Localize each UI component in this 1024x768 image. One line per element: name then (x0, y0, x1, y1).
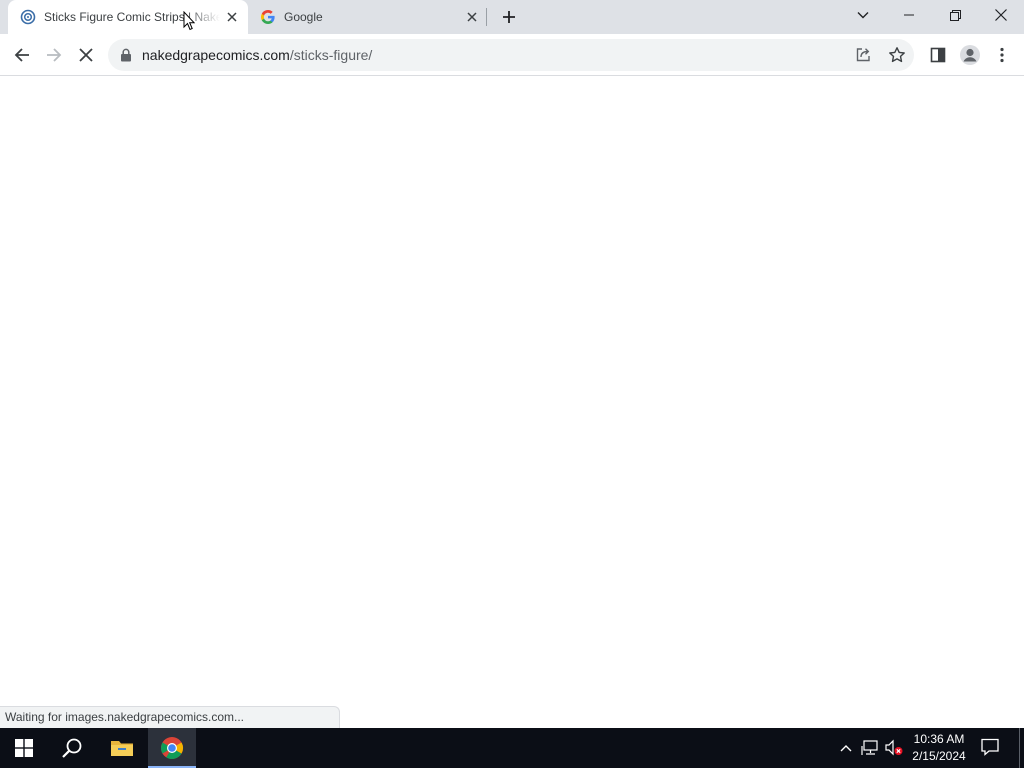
share-icon[interactable] (854, 46, 872, 64)
minimize-button[interactable] (886, 0, 932, 30)
back-arrow-icon (14, 48, 29, 62)
tab-title: Google (284, 10, 323, 24)
tab-search-button[interactable] (840, 0, 886, 30)
url-domain: nakedgrapecomics.com (142, 47, 290, 63)
new-tab-button[interactable] (498, 6, 520, 28)
volume-muted-icon[interactable] (884, 738, 904, 758)
bookmark-star-icon[interactable] (888, 46, 906, 64)
address-bar[interactable]: nakedgrapecomics.com/sticks-figure/ (108, 39, 914, 71)
forward-arrow-icon (47, 48, 62, 62)
chevron-up-icon (840, 745, 852, 752)
lock-icon[interactable] (120, 48, 132, 62)
tab-close-icon[interactable] (464, 9, 480, 25)
system-clock[interactable]: 10:36 AM 2/15/2024 (906, 731, 972, 765)
notification-icon (981, 738, 999, 756)
page-content (0, 76, 1024, 728)
status-bubble: Waiting for images.nakedgrapecomics.com.… (0, 706, 340, 728)
start-button[interactable] (0, 728, 48, 768)
close-window-button[interactable] (978, 0, 1024, 30)
profile-button[interactable] (956, 41, 984, 69)
restore-button[interactable] (932, 0, 978, 30)
plus-icon (503, 11, 515, 23)
tab-close-icon[interactable] (224, 9, 240, 25)
browser-toolbar: nakedgrapecomics.com/sticks-figure/ (0, 34, 1024, 76)
clock-date: 2/15/2024 (912, 749, 966, 763)
profile-avatar-icon (960, 45, 980, 65)
google-favicon-icon (260, 9, 276, 25)
stop-loading-button[interactable] (72, 41, 100, 69)
network-icon[interactable] (860, 738, 880, 758)
windows-start-icon (15, 739, 33, 757)
tab-separator (486, 8, 487, 26)
show-hidden-icons-button[interactable] (836, 738, 856, 758)
file-explorer-button[interactable] (98, 728, 146, 768)
back-button[interactable] (8, 41, 36, 69)
chrome-taskbar-button[interactable] (148, 728, 196, 768)
tab-active[interactable]: Sticks Figure Comic Strips | Naked Grape… (8, 0, 248, 34)
close-icon (995, 9, 1007, 21)
tab-google[interactable]: Google (248, 0, 486, 34)
minimize-icon (904, 14, 914, 16)
site-favicon-icon (20, 9, 36, 25)
clock-time: 10:36 AM (913, 732, 965, 746)
side-panel-button[interactable] (924, 41, 952, 69)
search-icon (62, 738, 82, 758)
menu-button[interactable] (988, 41, 1016, 69)
action-center-button[interactable] (980, 738, 1002, 758)
restore-icon (949, 9, 961, 21)
file-explorer-icon (111, 741, 133, 756)
url-text[interactable]: nakedgrapecomics.com/sticks-figure/ (142, 47, 372, 63)
chrome-icon (161, 737, 183, 760)
taskbar: 10:36 AM 2/15/2024 (0, 728, 1024, 768)
url-path: /sticks-figure/ (289, 47, 373, 63)
forward-button[interactable] (40, 41, 68, 69)
mouse-cursor-icon (183, 11, 195, 31)
show-desktop-button[interactable] (1019, 728, 1020, 768)
tab-strip: Sticks Figure Comic Strips | Naked Grape… (0, 0, 1024, 34)
chevron-down-icon (857, 12, 869, 19)
side-panel-icon (930, 47, 946, 63)
stop-icon (79, 48, 93, 62)
more-vert-icon (1000, 47, 1004, 63)
taskbar-search-button[interactable] (48, 728, 96, 768)
